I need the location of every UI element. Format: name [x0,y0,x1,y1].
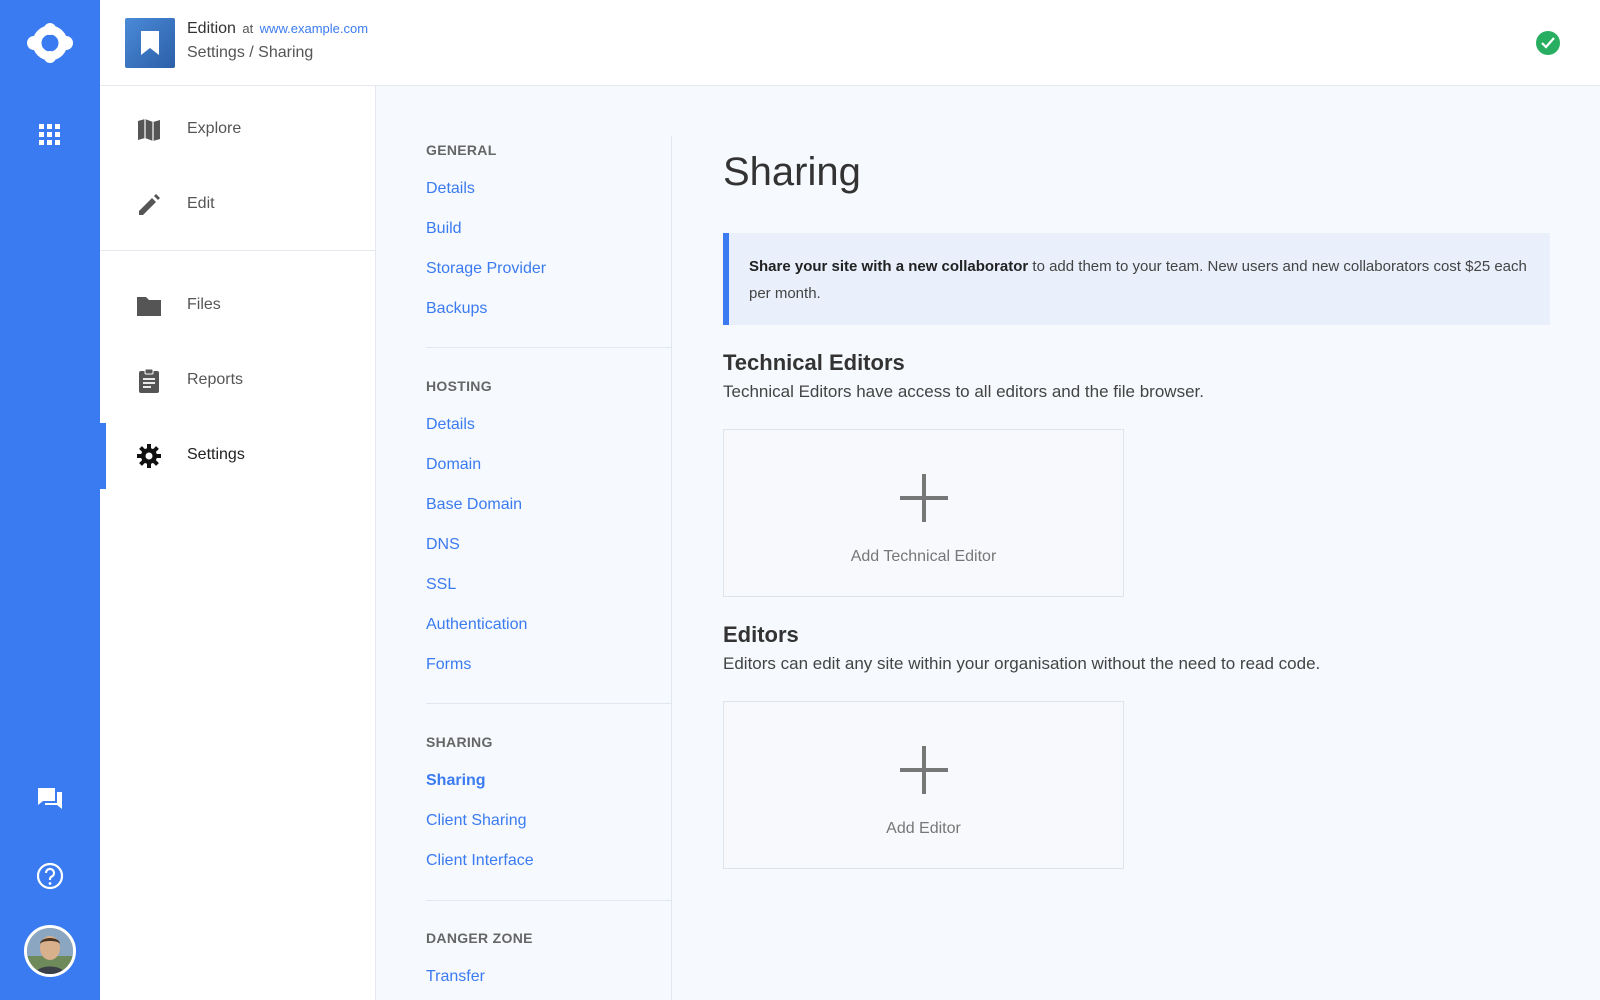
subnav-link-hosting-details[interactable]: Details [426,416,475,434]
add-editor-label: Add Editor [886,820,961,837]
site-title-line: Edition at www.example.com [187,20,368,38]
notice-emphasis: Share your site with a new collaborator [749,258,1029,275]
nav-item-reports[interactable]: Reports [100,351,376,411]
clipboard-icon [139,368,159,393]
subnav-link-client-sharing[interactable]: Client Sharing [426,812,527,830]
breadcrumb: Settings / Sharing [187,44,314,61]
subnav-heading-hosting: HOSTING [426,378,492,394]
column-divider [671,136,672,1000]
subnav-link-transfer[interactable]: Transfer [426,968,485,986]
subnav-link-dns[interactable]: DNS [426,536,460,554]
map-icon [138,119,160,141]
logo-icon[interactable] [25,20,75,66]
subnav-divider [426,703,672,704]
add-editor-button[interactable]: Add Editor [723,701,1124,869]
app-rail [0,0,100,1000]
subnav-link-backups[interactable]: Backups [426,300,487,318]
editors-desc: Editors can edit any site within your or… [723,654,1321,673]
subnav-heading-general: GENERAL [426,142,497,158]
add-technical-editor-button[interactable]: Add Technical Editor [723,429,1124,597]
subnav-link-forms[interactable]: Forms [426,656,471,674]
subnav-divider [426,347,672,348]
bookmark-icon [141,31,159,55]
nav-item-files[interactable]: Files [100,276,376,336]
subnav-link-build[interactable]: Build [426,220,462,238]
nav-label: Explore [187,120,242,137]
site-name: Edition [187,20,236,37]
at-label: at [242,21,254,36]
subnav-link-authentication[interactable]: Authentication [426,616,527,634]
nav-label: Files [187,296,221,313]
status-check-icon [1536,31,1560,55]
top-header: Edition at www.example.com Settings / Sh… [100,0,1600,86]
apps-grid-icon[interactable] [39,124,61,146]
editors-title: Editors [723,622,799,647]
info-notice: Share your site with a new collaborator … [723,233,1550,325]
subnav-link-ssl[interactable]: SSL [426,576,456,594]
nav-label: Settings [187,446,245,463]
nav-item-settings[interactable]: Settings [100,423,376,489]
subnav-link-client-interface[interactable]: Client Interface [426,852,534,870]
help-icon[interactable] [36,862,64,890]
site-url-link[interactable]: www.example.com [260,21,368,36]
nav-item-edit[interactable]: Edit [100,175,376,235]
subnav-link-domain[interactable]: Domain [426,456,481,474]
nav-label: Edit [187,195,215,212]
subnav-heading-sharing: SHARING [426,734,493,750]
subnav-link-storage-provider[interactable]: Storage Provider [426,260,546,278]
subnav-divider [426,900,672,901]
primary-nav: Explore Edit Files Reports Settings [100,86,376,1000]
subnav-link-details[interactable]: Details [426,180,475,198]
pencil-icon [139,194,160,215]
folder-icon [137,297,161,316]
subnav-link-base-domain[interactable]: Base Domain [426,496,522,514]
plus-icon [900,746,948,794]
add-technical-editor-label: Add Technical Editor [850,548,997,565]
avatar[interactable] [24,925,76,977]
nav-label: Reports [187,371,244,388]
chat-icon[interactable] [36,786,64,812]
nav-divider [100,250,376,251]
plus-icon [900,474,948,522]
nav-item-explore[interactable]: Explore [100,100,376,160]
subnav-link-sharing[interactable]: Sharing [426,772,486,790]
page-title: Sharing [723,150,861,194]
site-thumbnail[interactable] [125,18,175,68]
subnav-heading-danger-zone: DANGER ZONE [426,930,533,946]
gear-icon [137,444,161,468]
technical-editors-desc: Technical Editors have access to all edi… [723,382,1204,401]
technical-editors-title: Technical Editors [723,350,905,375]
